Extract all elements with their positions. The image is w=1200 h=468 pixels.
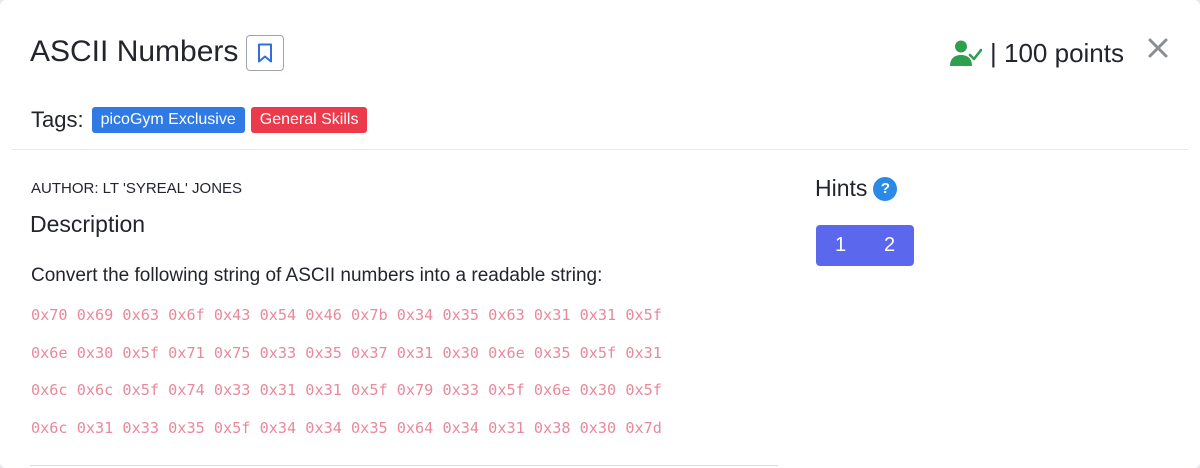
hints-heading: Hints: [815, 175, 868, 201]
tag-picogym-exclusive[interactable]: picoGym Exclusive: [91, 107, 245, 133]
points-display: | 100 points: [950, 34, 1124, 72]
code-line: 0x6c 0x31 0x33 0x35 0x5f 0x34 0x34 0x35 …: [31, 418, 662, 437]
description-text: Convert the following string of ASCII nu…: [31, 265, 603, 286]
hints-header: Hints ?: [815, 175, 898, 202]
code-line: 0x6c 0x6c 0x5f 0x74 0x33 0x31 0x31 0x5f …: [31, 381, 662, 399]
code-line: 0x6e 0x30 0x5f 0x71 0x75 0x33 0x35 0x37 …: [31, 343, 662, 362]
close-button[interactable]: [1146, 36, 1170, 60]
description-divider: [30, 465, 778, 466]
author-line: AUTHOR: LT 'SYREAL' JONES: [31, 180, 243, 197]
bookmark-button[interactable]: [246, 35, 284, 71]
points-text: | 100 points: [990, 37, 1124, 68]
tag-general-skills[interactable]: General Skills: [250, 107, 368, 133]
hint-button-2[interactable]: 2: [865, 225, 914, 266]
challenge-modal: ASCII Numbers | 100 points Tags: picoGym…: [0, 0, 1200, 468]
ascii-code-block: 0x70 0x69 0x63 0x6f 0x43 0x54 0x46 0x7b …: [31, 304, 662, 454]
question-circle-icon[interactable]: ?: [873, 176, 898, 201]
description-heading: Description: [30, 211, 146, 237]
challenge-title: ASCII Numbers: [30, 35, 239, 68]
bookmark-icon: [258, 43, 272, 63]
hint-button-1[interactable]: 1: [816, 225, 865, 266]
tags-row: Tags: picoGym Exclusive General Skills: [31, 104, 373, 136]
close-icon: [1148, 38, 1168, 58]
hints-button-group: 1 2: [816, 225, 914, 266]
header-divider: [12, 149, 1188, 150]
tags-label: Tags:: [31, 107, 84, 132]
user-check-icon: [950, 40, 983, 66]
code-line: 0x70 0x69 0x63 0x6f 0x43 0x54 0x46 0x7b …: [31, 306, 662, 324]
